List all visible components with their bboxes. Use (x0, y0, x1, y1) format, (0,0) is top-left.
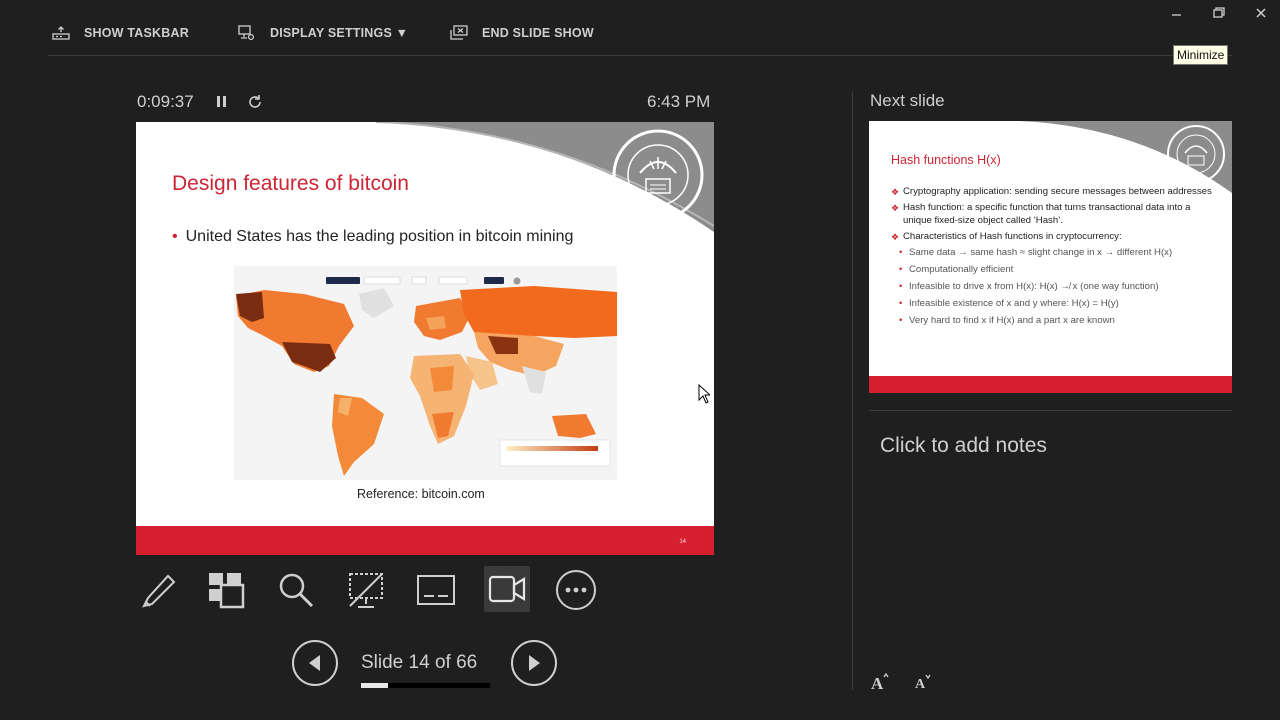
bullet-icon: • (899, 246, 903, 258)
zoom-button[interactable] (274, 568, 318, 612)
display-settings-button[interactable]: DISPLAY SETTINGS ▼ (238, 22, 408, 44)
next-slide-seal-logo (1165, 123, 1227, 185)
pen-tool-button[interactable] (136, 568, 180, 612)
display-settings-label: DISPLAY SETTINGS ▼ (270, 26, 409, 40)
increase-font-icon: A (871, 672, 889, 693)
bullet-icon: • (899, 297, 903, 309)
next-slide-bullet: ❖ Cryptography application: sending secur… (891, 186, 1212, 197)
slide-counter[interactable]: Slide 14 of 66 (361, 652, 477, 674)
bullet-icon: ❖ (891, 187, 900, 197)
bullet-icon: • (899, 280, 903, 292)
reset-timer-button[interactable] (247, 94, 263, 115)
bullet-icon: ❖ (891, 231, 900, 242)
bullet-icon: • (172, 228, 178, 245)
next-arrow-icon (529, 655, 540, 671)
next-slide-footer-bar (869, 376, 1232, 393)
pane-divider[interactable] (852, 92, 853, 690)
next-slide-title: Hash functions H(x) (891, 153, 1001, 167)
decrease-font-icon: A (915, 674, 931, 692)
close-icon (1256, 8, 1266, 18)
svg-text:A: A (915, 677, 926, 690)
bullet-icon: • (899, 263, 903, 275)
speaker-notes[interactable]: Click to add notes (880, 434, 1047, 458)
next-slide-content: ❖ Cryptography application: sending secur… (891, 186, 1221, 331)
next-slide-subbullet: • Same data → same hash ≈ slight change i… (899, 246, 1173, 258)
next-slide-subbullet: • Infeasible existence of x and y where: … (899, 297, 1119, 309)
pause-timer-button[interactable] (214, 94, 230, 115)
slides-grid-icon (209, 573, 245, 609)
elapsed-timer: 0:09:37 (137, 92, 194, 111)
slide-footer-bar: 14 (136, 526, 714, 555)
slide-reference: Reference: bitcoin.com (357, 487, 485, 501)
restore-icon (1213, 7, 1225, 18)
university-seal-logo (610, 127, 706, 223)
slide-progress-fill (361, 683, 389, 688)
next-slide-subbullet: • Very hard to find x if H(x) and a part … (899, 314, 1115, 326)
increase-font-button[interactable]: A (870, 672, 890, 698)
end-show-icon (450, 25, 468, 41)
video-camera-icon (488, 575, 526, 603)
subtitles-icon (417, 575, 455, 605)
black-screen-button[interactable] (344, 568, 388, 612)
slide-page-number: 14 (679, 539, 686, 545)
pause-icon (217, 96, 226, 107)
display-settings-icon (238, 25, 256, 41)
next-slide-bullet: ❖ Hash function: a specific function that… (891, 201, 1191, 226)
close-button[interactable] (1254, 6, 1268, 23)
magnifier-icon (279, 573, 314, 608)
more-icon (556, 570, 596, 610)
slide-progress-bar (361, 683, 490, 688)
end-slide-show-label: END SLIDE SHOW (482, 26, 594, 40)
next-slide-bullet: ❖ Characteristics of Hash functions in cr… (891, 230, 1122, 242)
bullet-icon: ❖ (891, 202, 900, 213)
show-taskbar-label: SHOW TASKBAR (84, 26, 189, 40)
next-slide-button[interactable] (511, 640, 557, 686)
restore-button[interactable] (1212, 6, 1226, 23)
minimize-tooltip: Minimize (1173, 45, 1229, 65)
slide-bullet-text: United States has the leading position i… (185, 228, 574, 245)
minimize-button[interactable] (1170, 6, 1184, 23)
toolbar-divider (48, 55, 1232, 56)
notes-divider (869, 410, 1232, 411)
subtitles-button[interactable] (414, 568, 458, 612)
next-slide-subbullet: • Computationally efficient (899, 263, 1014, 275)
bullet-icon: • (899, 314, 903, 326)
see-all-slides-button[interactable] (204, 568, 248, 612)
next-slide-preview[interactable]: Hash functions H(x) ❖ Cryptography applic… (869, 121, 1232, 393)
slide-bullet: • United States has the leading position … (172, 228, 573, 246)
taskbar-icon (52, 26, 70, 40)
minimize-icon (1172, 14, 1181, 16)
camera-toggle-button[interactable] (484, 566, 530, 612)
current-slide[interactable]: Design features of bitcoin • United State… (136, 122, 714, 555)
restart-icon (249, 95, 261, 108)
current-time: 6:43 PM (647, 92, 711, 111)
bitcoin-mining-world-map (234, 266, 617, 480)
decrease-font-button[interactable]: A (914, 672, 932, 695)
next-slide-label: Next slide (870, 91, 945, 110)
mouse-cursor-icon (698, 383, 712, 409)
more-options-button[interactable] (554, 568, 598, 612)
svg-text:A: A (871, 674, 884, 692)
previous-arrow-icon (309, 655, 320, 671)
slide-title: Design features of bitcoin (172, 172, 409, 195)
black-screen-icon (349, 573, 383, 608)
show-taskbar-button[interactable]: SHOW TASKBAR (52, 22, 189, 44)
pen-icon (142, 574, 176, 608)
end-slide-show-button[interactable]: END SLIDE SHOW (450, 22, 594, 44)
next-slide-subbullet: • Infeasible to drive x from H(x): H(x) ↛… (899, 280, 1159, 292)
previous-slide-button[interactable] (292, 640, 338, 686)
